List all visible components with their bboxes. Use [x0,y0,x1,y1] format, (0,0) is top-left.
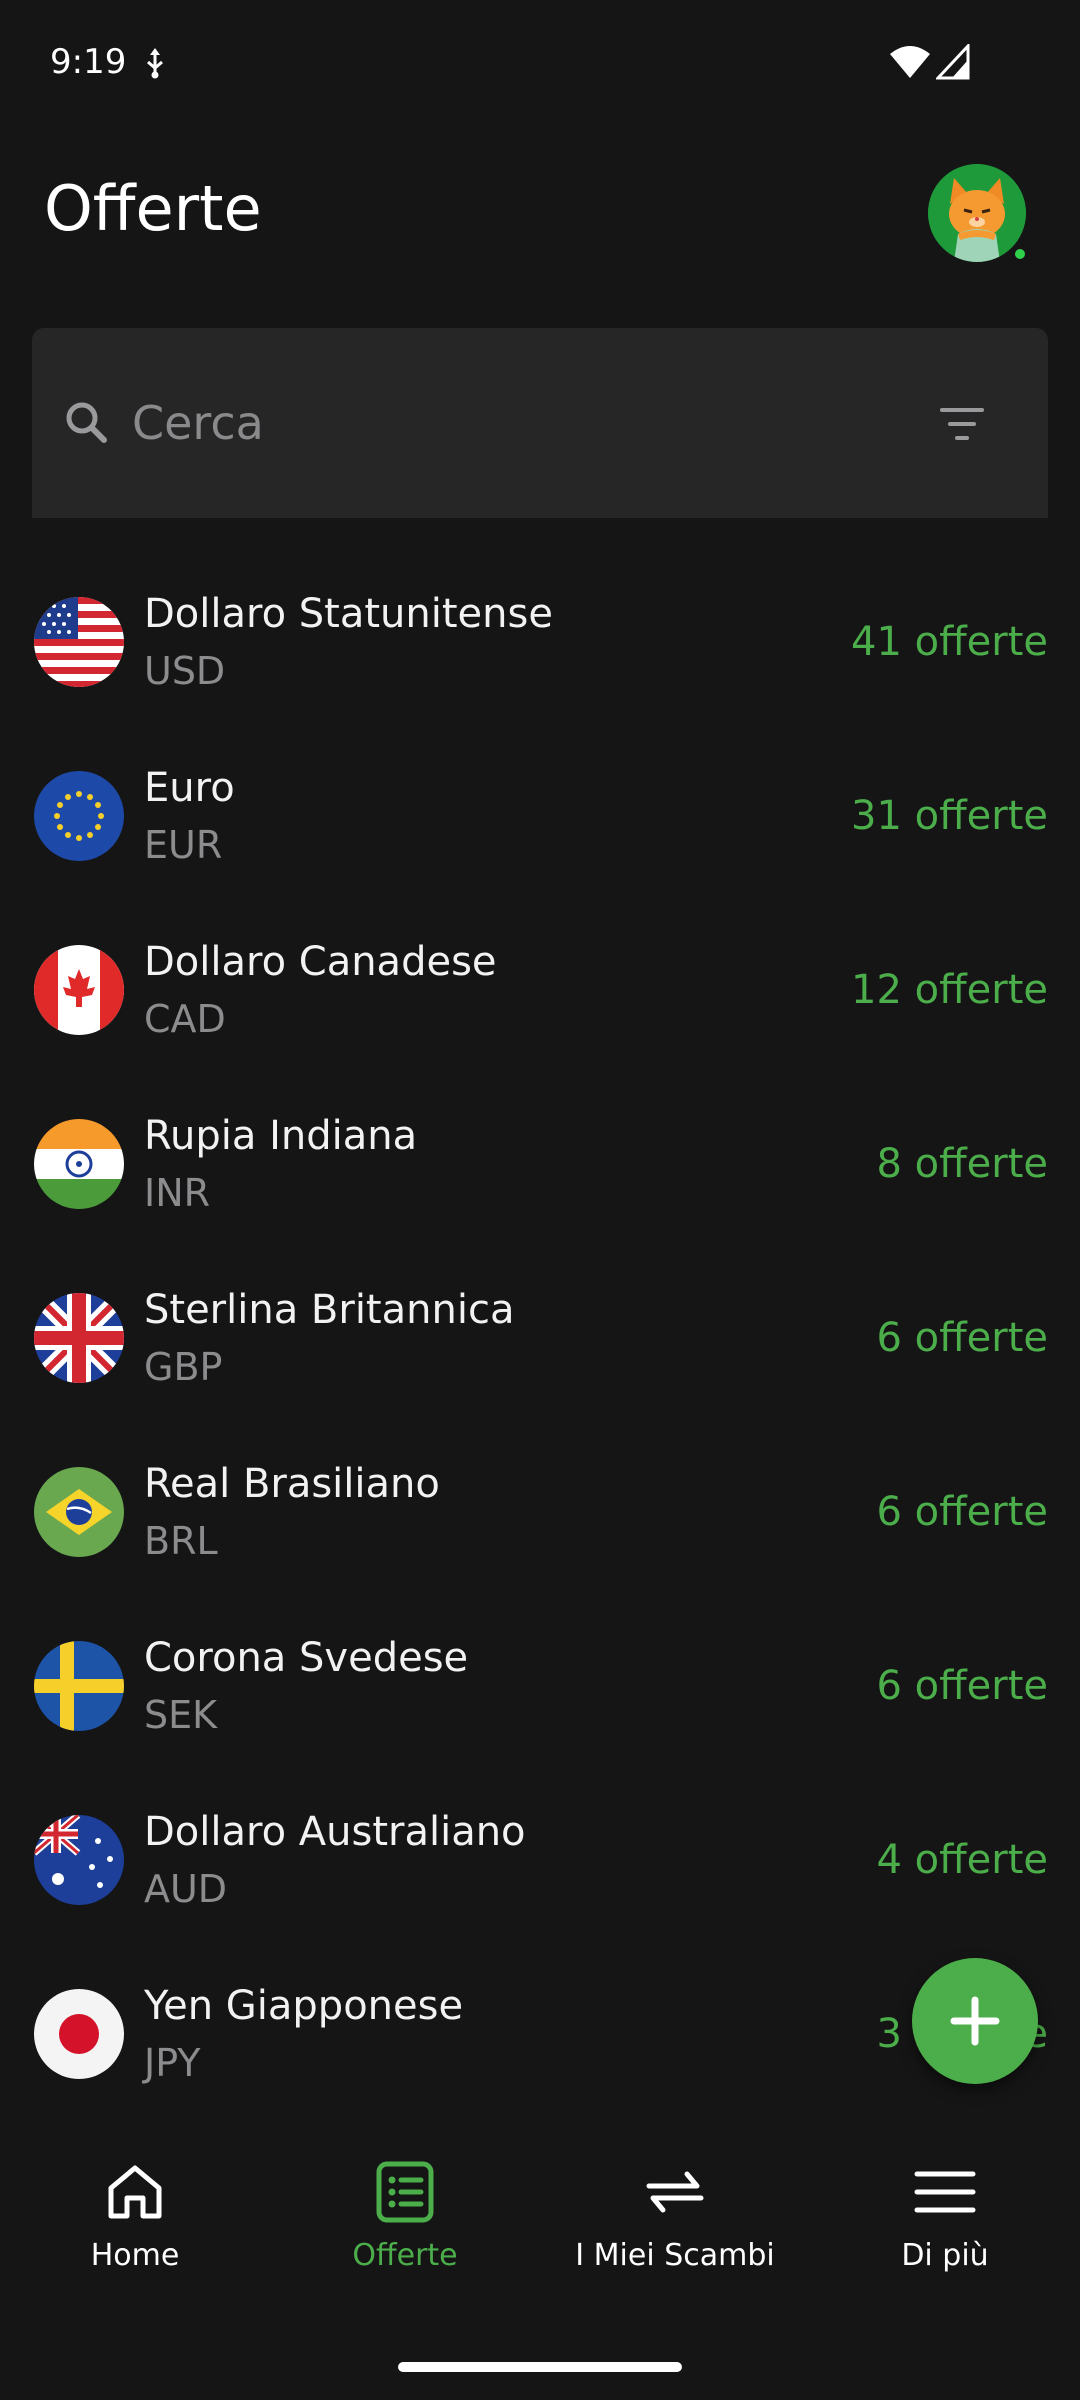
home-icon [108,2165,162,2219]
add-offer-button[interactable] [912,1958,1038,2084]
gb-flag-icon [34,1293,124,1383]
online-status-dot [1012,246,1028,262]
currency-code: SEK [144,1693,218,1737]
currency-name: Dollaro Australiano [144,1809,526,1855]
currency-name: Dollaro Canadese [144,939,497,985]
nav-label: Offerte [352,2238,458,2273]
swap-icon [646,2171,704,2213]
offer-count: 6 offerte [876,1663,1048,1709]
offer-count: 4 offerte [876,1837,1048,1883]
list-item[interactable]: Real Brasiliano BRL 6 offerte [0,1425,1080,1599]
offer-count: 6 offerte [876,1315,1048,1361]
nav-label: Di più [901,2238,989,2273]
menu-icon [914,2171,976,2213]
currency-code: AUD [144,1867,228,1911]
signal-icon [936,44,970,80]
status-bar: 9:19 [0,0,1080,130]
currency-name: Real Brasiliano [144,1461,440,1507]
us-flag-icon [34,597,124,687]
nav-item-di-piu[interactable]: Di più [810,2160,1080,2290]
in-flag-icon [34,1119,124,1209]
status-time: 9:19 [50,42,127,82]
eu-flag-icon [34,771,124,861]
offer-count: 41 offerte [851,619,1048,665]
filter-icon[interactable] [938,404,986,444]
ca-flag-icon [34,945,124,1035]
nav-item-offerte[interactable]: Offerte [270,2160,540,2290]
home-indicator[interactable] [398,2362,682,2372]
currency-code: INR [144,1171,211,1215]
offer-count: 12 offerte [851,967,1048,1013]
offer-count: 6 offerte [876,1489,1048,1535]
currency-name: Corona Svedese [144,1635,469,1681]
wifi-icon [890,46,930,78]
nav-label: I Miei Scambi [575,2238,775,2273]
list-item[interactable]: Dollaro Australiano AUD 4 offerte [0,1773,1080,1947]
bottom-nav: Home Offerte I Miei Scambi Di più [0,2120,1080,2400]
nav-item-i-miei-scambi[interactable]: I Miei Scambi [540,2160,810,2290]
search-icon [66,402,107,443]
usb-debug-icon [147,48,163,79]
currency-code: CAD [144,997,226,1041]
list-item[interactable]: Dollaro Canadese CAD 12 offerte [0,903,1080,1077]
se-flag-icon [34,1641,124,1731]
br-flag-icon [34,1467,124,1557]
currency-code: JPY [144,2041,201,2085]
page-title: Offerte [44,172,262,245]
au-flag-icon [34,1815,124,1905]
currency-name: Rupia Indiana [144,1113,418,1159]
plus-icon [950,1996,1000,2046]
search-bar[interactable] [32,328,1048,518]
avatar[interactable] [928,164,1026,262]
jp-flag-icon [34,1989,124,2079]
currency-name: Euro [144,765,235,811]
currency-name: Yen Giapponese [144,1983,464,2029]
currency-code: GBP [144,1345,223,1389]
list-icon [376,2161,434,2223]
offer-count: 8 offerte [876,1141,1048,1187]
currency-code: USD [144,649,226,693]
nav-label: Home [90,2238,180,2273]
offer-count: 31 offerte [851,793,1048,839]
nav-item-home[interactable]: Home [0,2160,270,2290]
list-item[interactable]: Corona Svedese SEK 6 offerte [0,1599,1080,1773]
list-item[interactable]: Dollaro Statunitense USD 41 offerte [0,555,1080,729]
search-input[interactable] [132,388,832,458]
currency-name: Dollaro Statunitense [144,591,553,637]
currency-code: EUR [144,823,223,867]
currency-name: Sterlina Britannica [144,1287,515,1333]
list-item[interactable]: Sterlina Britannica GBP 6 offerte [0,1251,1080,1425]
currency-code: BRL [144,1519,218,1563]
cat-avatar-icon [928,164,1026,262]
list-item[interactable]: Rupia Indiana INR 8 offerte [0,1077,1080,1251]
list-item[interactable]: Euro EUR 31 offerte [0,729,1080,903]
